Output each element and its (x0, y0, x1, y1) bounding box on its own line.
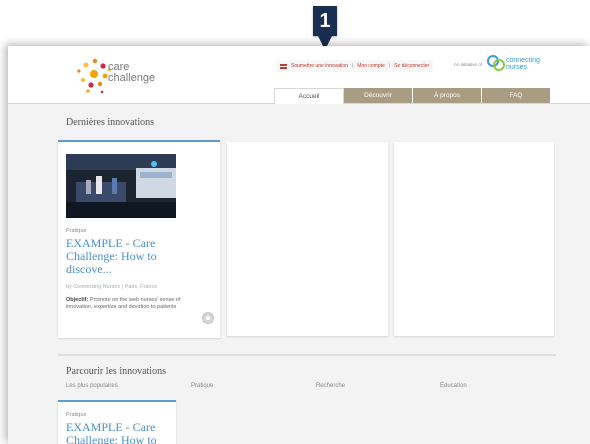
logout-link[interactable]: Se déconnecter (394, 63, 429, 69)
filter-popular[interactable]: Les plus populaires (66, 383, 118, 389)
separator: | (388, 63, 391, 69)
tab-a-propos[interactable]: À propos (413, 88, 482, 103)
top-links: Soumettre une innovation | Mon compte | … (276, 60, 434, 72)
card-author: by Connecting Nurses | Paris, France (66, 284, 158, 290)
partner-wordmark: connecting nurses (506, 57, 540, 71)
objective-label: Objectif: (66, 297, 89, 303)
partner-line1: connecting (506, 57, 540, 64)
card-category: Pratique (66, 412, 87, 418)
innovation-card[interactable]: Pratique EXAMPLE - Care Challenge: How t… (58, 140, 220, 338)
tab-accueil[interactable]: Accueil (274, 88, 344, 104)
filter-education[interactable]: Éducation (440, 383, 467, 389)
filter-pratique[interactable]: Pratique (191, 383, 213, 389)
separator: | (351, 63, 354, 69)
tab-decouvrir[interactable]: Découvrir (344, 88, 413, 103)
browse-section-title: Parcourir les innovations (66, 366, 166, 377)
main-nav: Accueil Découvrir À propos FAQ (274, 88, 551, 104)
submit-innovation-link[interactable]: Soumettre une innovation (291, 63, 348, 69)
innovation-card-empty[interactable] (394, 142, 554, 336)
initiative-label: An initiative of (454, 62, 483, 67)
innovation-card-empty[interactable] (227, 142, 388, 336)
card-category: Pratique (66, 228, 87, 234)
latest-section-title: Dernières innovations (66, 117, 155, 128)
uk-flag-icon[interactable] (280, 63, 287, 69)
card-objective: Objectif: Promote on the web nurses' sen… (66, 297, 201, 311)
page-window: care challenge Soumettre une innovation … (8, 46, 590, 444)
section-divider (58, 354, 556, 356)
logo-burst-icon (77, 58, 111, 94)
logo-wordmark: care challenge (108, 62, 155, 84)
card-title-link[interactable]: EXAMPLE - Care Challenge: How to discove… (66, 237, 186, 276)
browse-innovation-card[interactable]: Pratique EXAMPLE - Care Challenge: How t… (58, 400, 176, 444)
logo-line2: challenge (108, 72, 156, 84)
my-account-link[interactable]: Mon compte (357, 63, 385, 69)
callout-number: 1 (313, 6, 337, 36)
connecting-nurses-logo-icon[interactable] (486, 54, 506, 72)
header: care challenge Soumettre une innovation … (8, 46, 590, 104)
tab-faq[interactable]: FAQ (482, 88, 551, 103)
card-title-link[interactable]: EXAMPLE - Care Challenge: How to (66, 421, 166, 444)
share-icon[interactable] (202, 312, 214, 324)
filter-recherche[interactable]: Recherche (316, 383, 345, 389)
innovation-thumbnail[interactable] (66, 154, 176, 218)
partner-line2: nurses (506, 64, 528, 71)
